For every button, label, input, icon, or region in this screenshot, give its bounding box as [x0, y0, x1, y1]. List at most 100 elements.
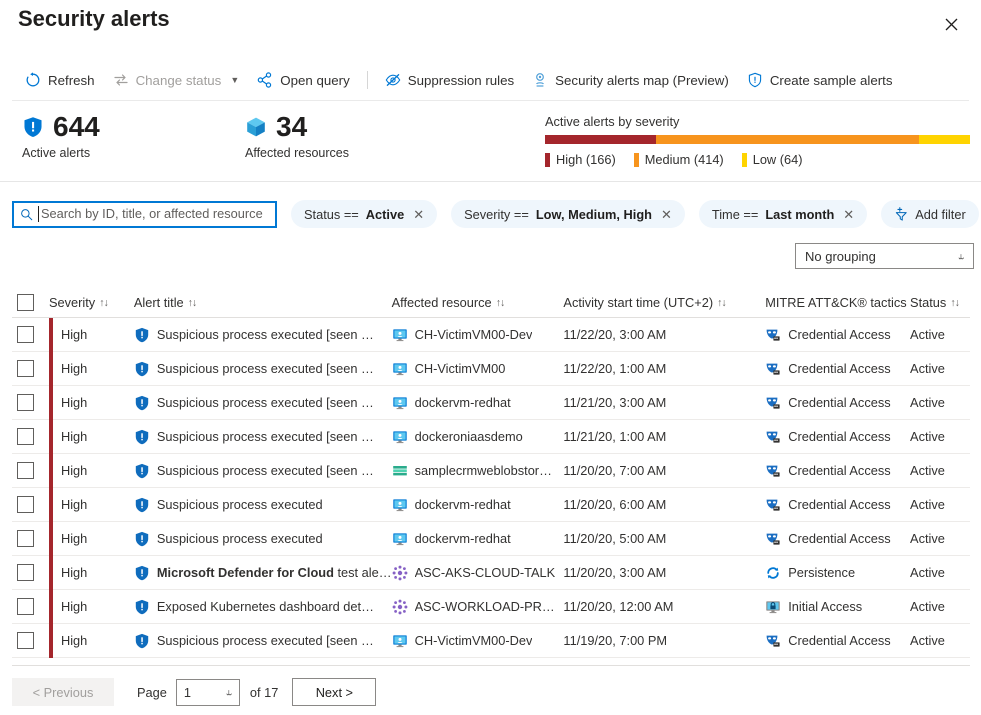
filter-pill-time[interactable]: Time == Last month ✕: [699, 200, 867, 228]
footer-divider: [12, 665, 970, 666]
cell-activity-start-time: 11/20/20, 5:00 AM: [563, 531, 765, 546]
table-row[interactable]: HighExposed Kubernetes dashboard det…ASC…: [12, 590, 970, 624]
security-alerts-map-button[interactable]: Security alerts map (Preview): [523, 64, 738, 96]
legend-label-medium: Medium (414): [645, 152, 724, 167]
row-checkbox-cell: [12, 428, 49, 445]
severity-indicator-bar: [49, 454, 53, 488]
cell-alert-title[interactable]: Microsoft Defender for Cloud test alert …: [134, 565, 392, 581]
cell-severity: High: [49, 395, 134, 410]
table-row[interactable]: HighSuspicious process executeddockervm-…: [12, 488, 970, 522]
cell-alert-title[interactable]: Suspicious process executed [seen …: [134, 327, 392, 343]
cell-alert-title[interactable]: Exposed Kubernetes dashboard det…: [134, 599, 392, 615]
resource-cube-icon: [245, 116, 267, 138]
cell-severity: High: [49, 497, 134, 512]
cell-affected-resource[interactable]: CH-VictimVM00-Dev: [392, 327, 564, 343]
row-checkbox[interactable]: [17, 326, 34, 343]
column-header-alert-title[interactable]: Alert title ↑↓: [134, 295, 392, 310]
filter-pill-time-value: Last month: [765, 207, 834, 222]
row-checkbox[interactable]: [17, 394, 34, 411]
cell-alert-title[interactable]: Suspicious process executed [seen …: [134, 463, 392, 479]
row-checkbox[interactable]: [17, 360, 34, 377]
close-glyph: [945, 18, 958, 31]
suppression-rules-icon: [385, 72, 401, 88]
filter-pill-severity[interactable]: Severity == Low, Medium, High ✕: [451, 200, 685, 228]
table-row[interactable]: HighMicrosoft Defender for Cloud test al…: [12, 556, 970, 590]
cell-affected-resource[interactable]: ASC-WORKLOAD-PRO…: [392, 599, 564, 615]
select-all-checkbox[interactable]: [17, 294, 34, 311]
close-icon[interactable]: [935, 8, 967, 40]
cell-affected-resource[interactable]: CH-VictimVM00-Dev: [392, 633, 564, 649]
row-checkbox[interactable]: [17, 462, 34, 479]
grouping-select[interactable]: No grouping ⥿: [795, 243, 974, 269]
cell-severity: High: [49, 599, 134, 614]
severity-legend: High (166) Medium (414) Low (64): [545, 152, 970, 167]
table-row[interactable]: HighSuspicious process executed [seen …d…: [12, 386, 970, 420]
table-row[interactable]: HighSuspicious process executeddockervm-…: [12, 522, 970, 556]
column-header-activity-start-time-label: Activity start time (UTC+2): [563, 295, 713, 310]
row-checkbox[interactable]: [17, 428, 34, 445]
security-alerts-page: Security alerts Refresh Change status ▼: [0, 0, 981, 715]
table-row[interactable]: HighSuspicious process executed [seen …d…: [12, 420, 970, 454]
row-checkbox[interactable]: [17, 530, 34, 547]
refresh-label: Refresh: [48, 73, 95, 88]
next-page-button[interactable]: Next >: [292, 678, 376, 706]
credential-access-icon: [765, 633, 781, 649]
remove-filter-status-icon[interactable]: ✕: [413, 208, 424, 221]
previous-page-button[interactable]: < Previous: [12, 678, 114, 706]
cell-affected-resource[interactable]: samplecrmweblobstor…: [392, 463, 564, 479]
alert-shield-icon: [134, 633, 150, 649]
row-checkbox[interactable]: [17, 632, 34, 649]
cell-affected-resource[interactable]: dockervm-redhat: [392, 497, 564, 513]
suppression-rules-button[interactable]: Suppression rules: [376, 64, 523, 96]
remove-filter-severity-icon[interactable]: ✕: [661, 208, 672, 221]
cell-status: Active: [910, 599, 970, 614]
active-alerts-stat: 644 Active alerts: [22, 112, 100, 160]
column-header-severity[interactable]: Severity ↑↓: [49, 295, 134, 310]
affected-resource-text: ASC-AKS-CLOUD-TALK: [415, 565, 556, 580]
cell-alert-title[interactable]: Suspicious process executed [seen …: [134, 429, 392, 445]
cell-alert-title[interactable]: Suspicious process executed: [134, 531, 392, 547]
severity-indicator-bar: [49, 352, 53, 386]
remove-filter-time-icon[interactable]: ✕: [843, 208, 854, 221]
cell-affected-resource[interactable]: dockervm-redhat: [392, 395, 564, 411]
row-checkbox[interactable]: [17, 496, 34, 513]
cell-alert-title[interactable]: Suspicious process executed [seen …: [134, 395, 392, 411]
column-header-status[interactable]: Status ↑↓: [910, 295, 970, 310]
severity-indicator-bar: [49, 522, 53, 556]
cell-mitre-tactic: Persistence: [765, 565, 910, 581]
cell-status: Active: [910, 497, 970, 512]
cell-affected-resource[interactable]: ASC-AKS-CLOUD-TALK: [392, 565, 564, 581]
severity-segment-high: [545, 135, 656, 144]
create-sample-alerts-button[interactable]: Create sample alerts: [738, 64, 902, 96]
cell-affected-resource[interactable]: dockervm-redhat: [392, 531, 564, 547]
page-number-select[interactable]: 1 ⥿: [176, 679, 240, 706]
column-header-affected-resource[interactable]: Affected resource ↑↓: [392, 295, 564, 310]
cell-alert-title[interactable]: Suspicious process executed [seen …: [134, 633, 392, 649]
filter-pill-status[interactable]: Status == Active ✕: [291, 200, 437, 228]
column-header-affected-resource-label: Affected resource: [392, 295, 492, 310]
search-input[interactable]: Search by ID, title, or affected resourc…: [12, 201, 277, 228]
alert-shield-icon: [134, 599, 150, 615]
table-body: HighSuspicious process executed [seen …C…: [12, 318, 970, 658]
mitre-tactic-text: Credential Access: [788, 633, 890, 648]
row-checkbox[interactable]: [17, 564, 34, 581]
cell-affected-resource[interactable]: CH-VictimVM00: [392, 361, 564, 377]
cell-affected-resource[interactable]: dockeroniaasdemo: [392, 429, 564, 445]
cell-alert-title[interactable]: Suspicious process executed: [134, 497, 392, 513]
cell-severity: High: [49, 633, 134, 648]
column-header-activity-start-time[interactable]: Activity start time (UTC+2) ↑↓: [563, 295, 765, 310]
row-checkbox[interactable]: [17, 598, 34, 615]
column-header-mitre-tactics[interactable]: MITRE ATT&CK® tactics: [765, 295, 910, 310]
refresh-button[interactable]: Refresh: [16, 64, 104, 96]
table-row[interactable]: HighSuspicious process executed [seen …s…: [12, 454, 970, 488]
table-row[interactable]: HighSuspicious process executed [seen …C…: [12, 624, 970, 658]
table-row[interactable]: HighSuspicious process executed [seen …C…: [12, 352, 970, 386]
cell-alert-title[interactable]: Suspicious process executed [seen …: [134, 361, 392, 377]
alerts-map-icon: [532, 72, 548, 88]
open-query-button[interactable]: Open query: [248, 64, 358, 96]
change-status-button[interactable]: Change status ▼: [104, 64, 249, 96]
table-row[interactable]: HighSuspicious process executed [seen …C…: [12, 318, 970, 352]
alert-title-text: Suspicious process executed [seen …: [157, 463, 374, 478]
change-status-label: Change status: [136, 73, 222, 88]
add-filter-button[interactable]: Add filter: [881, 200, 979, 228]
